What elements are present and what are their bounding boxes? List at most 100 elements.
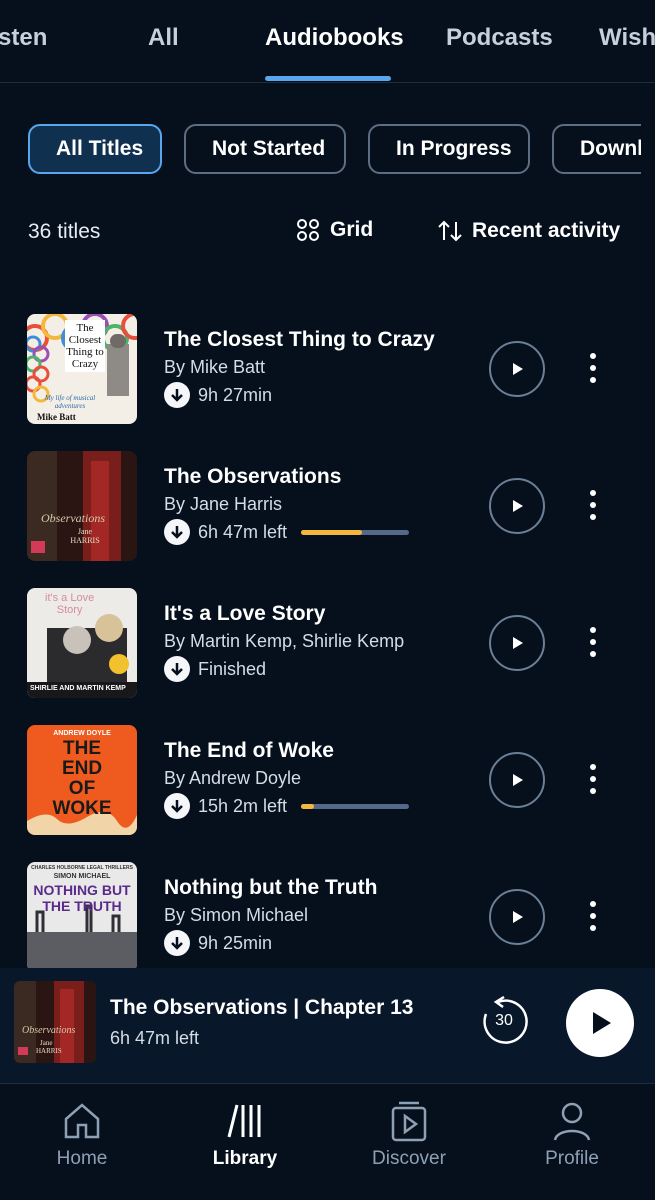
book-title[interactable]: It's a Love Story xyxy=(164,602,325,626)
filter-chips: All Titles Not Started In Progress Downl xyxy=(0,124,641,178)
play-icon xyxy=(513,774,523,786)
book-title[interactable]: The Closest Thing to Crazy xyxy=(164,328,435,352)
more-options-icon[interactable] xyxy=(580,620,606,664)
book-cover[interactable]: Observations Jane HARRIS xyxy=(27,451,137,561)
tab-podcasts[interactable]: Podcasts xyxy=(446,24,553,52)
more-options-icon[interactable] xyxy=(580,757,606,801)
nav-profile-label: Profile xyxy=(545,1148,599,1169)
sort-arrows-icon xyxy=(438,220,462,242)
mini-player-time-left: 6h 47m left xyxy=(110,1028,200,1048)
grid-icon xyxy=(297,219,319,241)
nav-discover[interactable]: Discover xyxy=(349,1098,469,1170)
book-cover[interactable]: CHARLES HOLBORNE LEGAL THRILLERS SIMON MI… xyxy=(27,862,137,972)
progress-fill xyxy=(301,529,362,535)
downloaded-icon xyxy=(164,382,190,408)
downloaded-icon xyxy=(164,793,190,819)
book-time-left: 9h 25min xyxy=(198,932,273,953)
progress-bar xyxy=(301,803,410,809)
nav-home[interactable]: Home xyxy=(22,1098,142,1170)
nav-library[interactable]: Library xyxy=(185,1098,305,1170)
mini-player-cover: Observations Jane HARRIS xyxy=(14,981,96,1063)
cover-author-text: SHIRLIE AND MARTIN KEMP xyxy=(30,685,126,692)
profile-icon xyxy=(553,1102,591,1141)
cover-author-text: SIMON MICHAEL xyxy=(53,873,111,880)
book-time-left: 15h 2m left xyxy=(198,795,288,816)
filter-all-titles[interactable]: All Titles xyxy=(28,124,162,174)
bottom-navigation: Home Library Discover Profile xyxy=(0,1084,655,1200)
svg-text:Observations: Observations xyxy=(22,1025,75,1036)
book-row[interactable]: CHARLES HOLBORNE LEGAL THRILLERS SIMON MI… xyxy=(0,862,655,972)
play-icon xyxy=(513,637,523,649)
book-status: 9h 25min xyxy=(164,930,272,956)
progress-fill xyxy=(301,803,315,809)
book-cover[interactable]: The Closest Thing to Crazy My life of mus… xyxy=(27,314,137,424)
cover-subtitle-text: My life of musical adventures xyxy=(44,394,96,410)
active-tab-indicator xyxy=(265,76,391,81)
book-play-button[interactable] xyxy=(489,615,545,671)
mini-player-title: The Observations | Chapter 13 xyxy=(110,996,414,1019)
book-time-left: 9h 27min xyxy=(198,384,273,405)
book-status: 9h 27min xyxy=(164,382,272,408)
sort-button[interactable]: Recent activity xyxy=(436,218,620,244)
downloaded-icon xyxy=(164,519,190,545)
grid-label: Grid xyxy=(330,218,374,241)
mini-player[interactable]: Observations Jane HARRIS The Observation… xyxy=(0,968,655,1084)
book-author: By Jane Harris xyxy=(164,494,283,514)
player-play-button[interactable] xyxy=(566,989,634,1057)
svg-text:Jane: Jane xyxy=(40,1039,52,1047)
book-play-button[interactable] xyxy=(489,341,545,397)
book-cover[interactable]: it's a Love Story SHIRLIE AND MARTIN KEMP xyxy=(27,588,137,698)
svg-text:HARRIS: HARRIS xyxy=(36,1047,62,1055)
grid-view-button[interactable]: Grid xyxy=(296,218,373,242)
more-options-icon[interactable] xyxy=(580,483,606,527)
book-row[interactable]: The Closest Thing to Crazy My life of mus… xyxy=(0,314,655,424)
cover-title-text: THE END OF WOKE xyxy=(52,738,112,819)
book-row[interactable]: Observations Jane HARRIS The Observations B… xyxy=(0,451,655,561)
home-icon xyxy=(64,1103,100,1139)
tab-audiobooks[interactable]: Audiobooks xyxy=(265,24,404,52)
book-author: By Andrew Doyle xyxy=(164,768,302,788)
cover-author-text: Jane HARRIS xyxy=(70,527,100,545)
tab-wishlist[interactable]: Wish xyxy=(599,24,655,52)
cover-series-text: CHARLES HOLBORNE LEGAL THRILLERS xyxy=(31,865,133,871)
book-play-button[interactable] xyxy=(489,752,545,808)
filter-not-started[interactable]: Not Started xyxy=(184,124,346,174)
book-time-left: Finished xyxy=(198,658,267,679)
book-title[interactable]: Nothing but the Truth xyxy=(164,876,377,900)
more-options-icon[interactable] xyxy=(580,346,606,390)
book-time-left: 6h 47m left xyxy=(198,521,288,542)
downloaded-icon xyxy=(164,930,190,956)
book-play-button[interactable] xyxy=(489,889,545,945)
book-author: By Martin Kemp, Shirlie Kemp xyxy=(164,631,405,651)
top-tabs: sten All Audiobooks Podcasts Wish xyxy=(0,0,655,83)
book-title[interactable]: The Observations xyxy=(164,465,341,489)
book-cover[interactable]: ANDREW DOYLE THE END OF WOKE xyxy=(27,725,137,835)
play-icon xyxy=(513,911,523,923)
book-row[interactable]: ANDREW DOYLE THE END OF WOKE The End of Wo… xyxy=(0,725,655,835)
nav-profile[interactable]: Profile xyxy=(512,1098,632,1170)
library-icon xyxy=(227,1104,261,1138)
filter-in-progress[interactable]: In Progress xyxy=(368,124,530,174)
cover-author-text: Mike Batt xyxy=(37,412,76,422)
rewind-seconds: 30 xyxy=(495,1012,513,1029)
play-icon xyxy=(513,363,523,375)
cover-title-text: it's a Love Story xyxy=(45,592,95,616)
book-title[interactable]: The End of Woke xyxy=(164,739,334,763)
nav-home-label: Home xyxy=(56,1148,108,1169)
tab-listen[interactable]: sten xyxy=(0,24,47,52)
nav-discover-label: Discover xyxy=(372,1148,446,1169)
book-author: By Mike Batt xyxy=(164,357,266,377)
book-play-button[interactable] xyxy=(489,478,545,534)
book-row[interactable]: it's a Love Story SHIRLIE AND MARTIN KEMP… xyxy=(0,588,655,698)
book-status: 15h 2m left xyxy=(164,793,410,819)
more-options-icon[interactable] xyxy=(580,894,606,938)
tab-all[interactable]: All xyxy=(148,24,179,52)
cover-title-text: The Closest Thing to Crazy xyxy=(65,320,105,372)
filter-downloaded[interactable]: Downl xyxy=(552,124,641,174)
book-status: Finished xyxy=(164,656,266,682)
play-icon xyxy=(593,1012,611,1034)
play-icon xyxy=(513,500,523,512)
cover-title-text: Observations xyxy=(41,511,105,525)
book-author: By Simon Michael xyxy=(164,905,309,925)
downloaded-icon xyxy=(164,656,190,682)
